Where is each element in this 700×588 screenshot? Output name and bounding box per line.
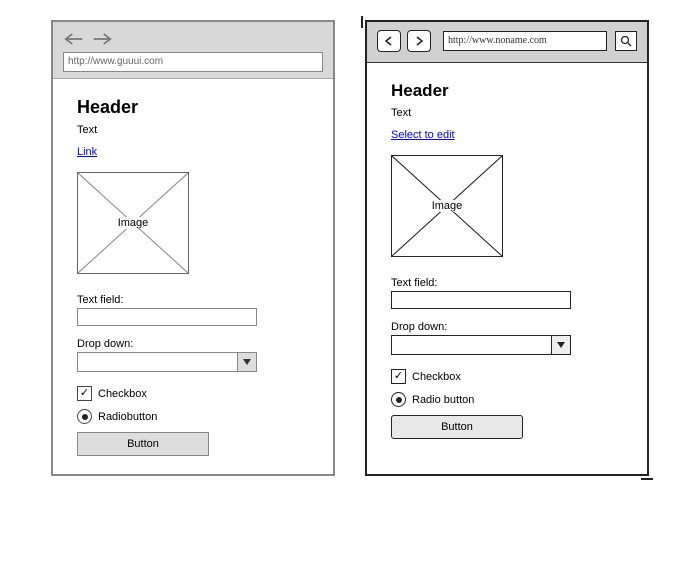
image-placeholder: Image (391, 155, 503, 257)
forward-arrow-icon[interactable] (91, 30, 113, 48)
browser-toolbar: http://www.guuui.com (53, 22, 333, 79)
url-input[interactable]: http://www.guuui.com (63, 52, 323, 72)
radio-button[interactable] (77, 409, 92, 424)
dropdown[interactable] (77, 352, 257, 372)
link[interactable]: Select to edit (391, 129, 455, 141)
url-input[interactable]: http://www.noname.com (443, 31, 607, 51)
forward-button[interactable] (407, 30, 431, 52)
back-arrow-icon[interactable] (63, 30, 85, 48)
image-placeholder: Image (77, 172, 189, 274)
textfield-label: Text field: (77, 294, 309, 306)
radio-label: Radiobutton (98, 411, 157, 423)
text-input[interactable] (391, 291, 571, 309)
search-icon (620, 35, 632, 47)
page-header: Header (391, 81, 623, 101)
submit-button[interactable]: Button (391, 415, 523, 439)
chevron-down-icon[interactable] (551, 336, 570, 354)
checkbox[interactable]: ✓ (391, 369, 406, 384)
page-content: Header Text Link Image Text field: Drop … (53, 79, 333, 474)
checkbox-label: Checkbox (412, 371, 461, 383)
wireframe-clean: http://www.guuui.com Header Text Link Im… (51, 20, 335, 476)
page-content: Header Text Select to edit Image Text fi… (367, 63, 647, 457)
checkbox-label: Checkbox (98, 388, 147, 400)
body-text: Text (77, 124, 309, 136)
textfield-label: Text field: (391, 277, 623, 289)
dropdown[interactable] (391, 335, 571, 355)
wireframe-sketchy: http://www.noname.com Header Text Select… (365, 20, 649, 476)
image-label: Image (116, 217, 151, 229)
dropdown-label: Drop down: (77, 338, 309, 350)
radio-button[interactable] (391, 392, 406, 407)
submit-button[interactable]: Button (77, 432, 209, 456)
checkbox[interactable]: ✓ (77, 386, 92, 401)
chevron-down-icon[interactable] (237, 353, 256, 371)
page-header: Header (77, 97, 309, 118)
link[interactable]: Link (77, 146, 97, 158)
search-button[interactable] (615, 31, 637, 51)
image-label: Image (430, 200, 465, 212)
browser-toolbar: http://www.noname.com (367, 22, 647, 63)
dropdown-label: Drop down: (391, 321, 623, 333)
radio-label: Radio button (412, 394, 474, 406)
text-input[interactable] (77, 308, 257, 326)
body-text: Text (391, 107, 623, 119)
back-button[interactable] (377, 30, 401, 52)
